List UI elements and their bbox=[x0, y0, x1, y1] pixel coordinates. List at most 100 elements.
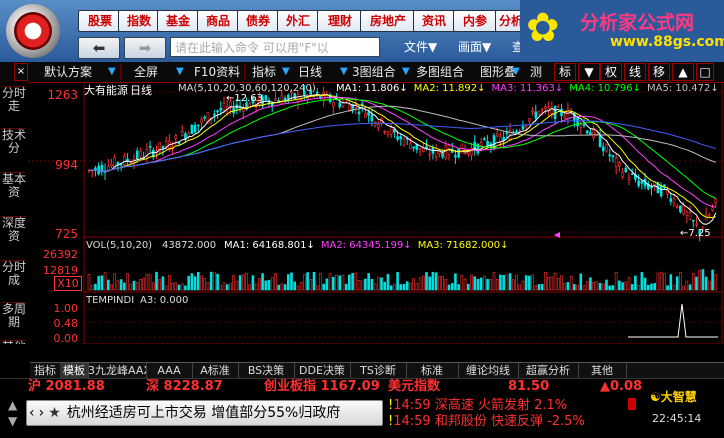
volume-bar bbox=[431, 271, 435, 291]
collapse-icon[interactable]: ▲ bbox=[8, 398, 17, 412]
left-tab-technical[interactable]: 技术分 bbox=[2, 128, 26, 171]
ticker-usd-change: ▲0.08 bbox=[600, 379, 643, 394]
f10-button[interactable]: F10资料 bbox=[194, 63, 240, 81]
left-tab-multiperiod[interactable]: 多周期 bbox=[2, 302, 26, 339]
candle-body bbox=[682, 204, 685, 215]
expand-icon[interactable]: ▼ bbox=[8, 414, 17, 428]
volume-bar bbox=[399, 284, 403, 291]
volume-bar bbox=[479, 277, 483, 291]
toolbar-box-up-icon[interactable]: ▲ bbox=[672, 63, 694, 81]
ma-value-ma2: MA2: 64345.199↓ bbox=[320, 240, 412, 251]
volume-bar bbox=[325, 278, 329, 291]
news-scroller[interactable]: ‹ › ★ 杭州经适房可上市交易 增值部分55%归政府 bbox=[26, 400, 383, 426]
candle-body bbox=[331, 102, 335, 107]
ma-line-60 bbox=[88, 105, 716, 172]
three-chart-combo[interactable]: 3图组合 bbox=[352, 63, 396, 81]
news-next-icon[interactable]: › bbox=[37, 405, 47, 421]
overlay-arrow-icon[interactable]: ▼ bbox=[512, 63, 520, 81]
candle-body bbox=[280, 95, 284, 105]
menu-index[interactable]: 指数 bbox=[118, 10, 160, 32]
candle-body bbox=[402, 139, 406, 146]
candle-body bbox=[601, 146, 605, 152]
scheme-dropdown[interactable]: 默认方案 bbox=[44, 63, 92, 81]
bottom-tab-6[interactable]: DDE决策 bbox=[294, 363, 351, 379]
forward-button[interactable]: ➡ bbox=[124, 37, 166, 59]
bottom-tab-4[interactable]: A标准 bbox=[192, 363, 239, 379]
indicator-button[interactable]: 指标 bbox=[252, 63, 276, 81]
back-arrow-icon: ⬅ bbox=[92, 39, 106, 57]
candle-body bbox=[296, 93, 300, 103]
period-dropdown[interactable]: 日线 bbox=[298, 63, 322, 81]
bottom-tab-3[interactable]: AAA bbox=[146, 363, 193, 379]
volume-bar bbox=[129, 283, 133, 291]
indicator-arrow-icon[interactable]: ▼ bbox=[282, 63, 290, 81]
news-headline[interactable]: 杭州经适房可上市交易 增值部分55%归政府 bbox=[67, 405, 341, 421]
left-tab-fundamental[interactable]: 基本资 bbox=[2, 172, 26, 215]
measure-button[interactable]: 测 bbox=[530, 63, 542, 81]
menu-finance[interactable]: 理财 bbox=[317, 10, 363, 32]
volume-bar bbox=[190, 273, 194, 291]
combo-arrow-icon[interactable]: ▼ bbox=[402, 63, 410, 81]
menu-fund[interactable]: 基金 bbox=[157, 10, 199, 32]
ticker-gem[interactable]: 创业板指 1167.09 bbox=[264, 379, 380, 395]
bottom-tab-2[interactable]: 3九龙峰AAX bbox=[88, 363, 147, 379]
volume-bar bbox=[402, 284, 406, 291]
multi-chart-combo[interactable]: 多图组合 bbox=[416, 63, 464, 81]
toolbar-box-line[interactable]: 线 bbox=[624, 63, 646, 81]
candle-body bbox=[624, 167, 628, 173]
toolbar-box-right-icon[interactable]: ▼ bbox=[578, 63, 600, 81]
volume-bar bbox=[290, 272, 293, 291]
bottom-tab-11[interactable]: 其他 bbox=[578, 363, 627, 379]
menu-commodity[interactable]: 商品 bbox=[197, 10, 239, 32]
file-menu[interactable]: 文件▼ bbox=[404, 39, 437, 55]
fullscreen-button[interactable]: 全屏 bbox=[134, 63, 158, 81]
dzh-logo[interactable]: ☯大智慧 bbox=[650, 388, 697, 405]
bottom-tab-9[interactable]: 缠论均线 bbox=[458, 363, 519, 379]
toolbar-box-move[interactable]: 移 bbox=[648, 63, 670, 81]
toolbar-box-mark[interactable]: 标 bbox=[554, 63, 576, 81]
volume-bar bbox=[184, 285, 187, 291]
fullscreen-arrow-icon[interactable]: ▼ bbox=[176, 63, 184, 81]
bottom-tab-10[interactable]: 超赢分析 bbox=[518, 363, 579, 379]
candle-body bbox=[193, 124, 197, 133]
left-tab-ticks[interactable]: 分时成 bbox=[2, 260, 26, 301]
bottom-tab-1[interactable]: 模板 bbox=[60, 363, 89, 379]
alert-indicator bbox=[628, 398, 636, 410]
menu-forex[interactable]: 外汇 bbox=[277, 10, 319, 32]
candle-body bbox=[386, 131, 390, 135]
bottom-tab-8[interactable]: 标准 bbox=[406, 363, 459, 379]
ticker-usd[interactable]: 美元指数 bbox=[388, 379, 440, 395]
alert-row-1[interactable]: !14:59 深高速 火箭发射 2.1% bbox=[388, 398, 567, 414]
candle-body bbox=[640, 180, 644, 184]
menu-bond[interactable]: 债券 bbox=[237, 10, 279, 32]
volume-bar bbox=[415, 282, 419, 291]
left-tab-timeshare[interactable]: 分时走 bbox=[2, 86, 26, 127]
overlay-button[interactable]: 图形叠 bbox=[480, 63, 516, 81]
toolbar-close-icon[interactable]: × bbox=[14, 63, 28, 81]
toolbar-box-window-icon[interactable]: □ bbox=[696, 63, 714, 81]
toolbar-box-weight[interactable]: 权 bbox=[600, 63, 622, 81]
menu-internal[interactable]: 内参 bbox=[453, 10, 497, 32]
menu-realestate[interactable]: 房地产 bbox=[360, 10, 416, 32]
period-arrow-icon[interactable]: ▼ bbox=[340, 63, 348, 81]
volume-bar bbox=[669, 274, 673, 291]
bottom-tab-5[interactable]: BS决策 bbox=[238, 363, 295, 379]
candle-body bbox=[589, 132, 592, 135]
ticker-sz[interactable]: 深 8228.87 bbox=[146, 379, 223, 395]
bottom-tab-7[interactable]: TS诊断 bbox=[350, 363, 407, 379]
volume-bar bbox=[605, 279, 608, 291]
bottom-tab-0[interactable]: 指标 bbox=[30, 363, 61, 379]
ticker-sh[interactable]: 沪 2081.88 bbox=[28, 379, 105, 395]
command-input[interactable]: 请在此输入命令 可以用"F"以 bbox=[170, 37, 380, 57]
view-menu[interactable]: 画面▼ bbox=[458, 39, 491, 55]
scheme-dropdown-arrow-icon[interactable]: ▼ bbox=[108, 63, 116, 81]
left-tab-depth[interactable]: 深度资 bbox=[2, 216, 26, 259]
back-button[interactable]: ⬅ bbox=[78, 37, 120, 59]
menu-news[interactable]: 资讯 bbox=[413, 10, 455, 32]
alert-row-2[interactable]: !14:59 和邦股份 快速反弹 -2.5% bbox=[388, 414, 585, 430]
menu-stocks[interactable]: 股票 bbox=[78, 10, 122, 32]
volume-bar bbox=[341, 274, 345, 291]
news-prev-icon[interactable]: ‹ bbox=[27, 405, 37, 421]
app-logo-icon[interactable] bbox=[6, 4, 60, 58]
volume-bar bbox=[691, 272, 695, 291]
